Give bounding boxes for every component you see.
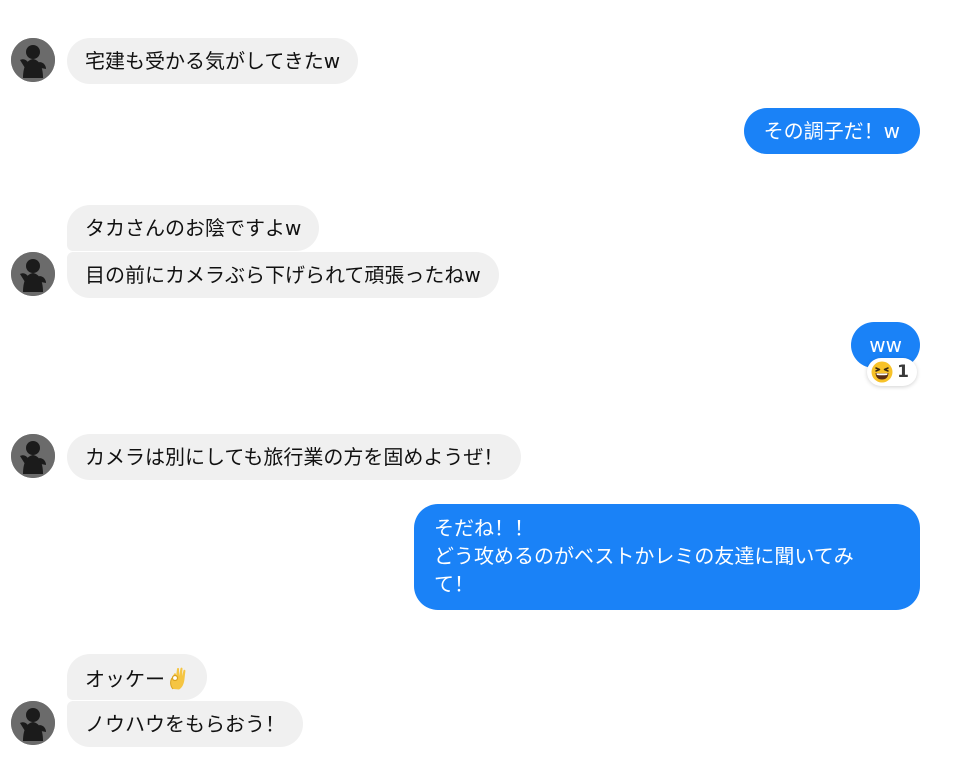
contact-avatar[interactable] xyxy=(11,38,55,82)
incoming-message-bubble[interactable]: 宅建も受かる気がしてきたw xyxy=(67,38,359,84)
contact-avatar[interactable] xyxy=(11,252,55,296)
message-text: ノウハウをもらおう！ xyxy=(85,712,285,736)
incoming-message-bubble[interactable]: ノウハウをもらおう！ xyxy=(67,701,303,747)
message-line: て！ xyxy=(434,572,474,596)
message-line: そだね！！ xyxy=(434,516,534,540)
incoming-message-bubble[interactable]: 目の前にカメラぶら下げられて頑張ったねw xyxy=(67,252,499,298)
silhouette-avatar-icon xyxy=(11,701,55,745)
incoming-message-bubble[interactable]: カメラは別にしても旅行業の方を固めようぜ！ xyxy=(67,434,522,480)
message-text: タカさんのお陰ですよw xyxy=(85,216,302,240)
message-text: カメラは別にしても旅行業の方を固めようぜ！ xyxy=(85,445,504,469)
message-text: 目の前にカメラぶら下げられて頑張ったねw xyxy=(85,263,481,287)
message-text: ww xyxy=(869,333,902,357)
grinning-squinting-face-icon xyxy=(871,361,893,383)
contact-avatar[interactable] xyxy=(11,701,55,745)
message-text: その調子だ！w xyxy=(763,119,900,143)
incoming-message-bubble[interactable]: タカさんのお陰ですよw xyxy=(67,205,320,251)
message-reaction[interactable]: 1 xyxy=(867,358,917,386)
message-line: どう攻めるのがベストかレミの友達に聞いてみ xyxy=(434,544,854,568)
incoming-message-bubble[interactable]: オッケー xyxy=(67,654,207,700)
silhouette-avatar-icon xyxy=(11,38,55,82)
silhouette-avatar-icon xyxy=(11,434,55,478)
contact-avatar[interactable] xyxy=(11,434,55,478)
reaction-count: 1 xyxy=(897,362,909,382)
message-text: オッケー xyxy=(85,667,165,691)
outgoing-message-bubble[interactable]: そだね！！ どう攻めるのがベストかレミの友達に聞いてみ て！ xyxy=(414,504,920,610)
message-text: 宅建も受かる気がしてきたw xyxy=(85,49,341,73)
silhouette-avatar-icon xyxy=(11,252,55,296)
outgoing-message-bubble[interactable]: その調子だ！w xyxy=(743,108,920,154)
ok-hand-icon xyxy=(170,667,186,690)
